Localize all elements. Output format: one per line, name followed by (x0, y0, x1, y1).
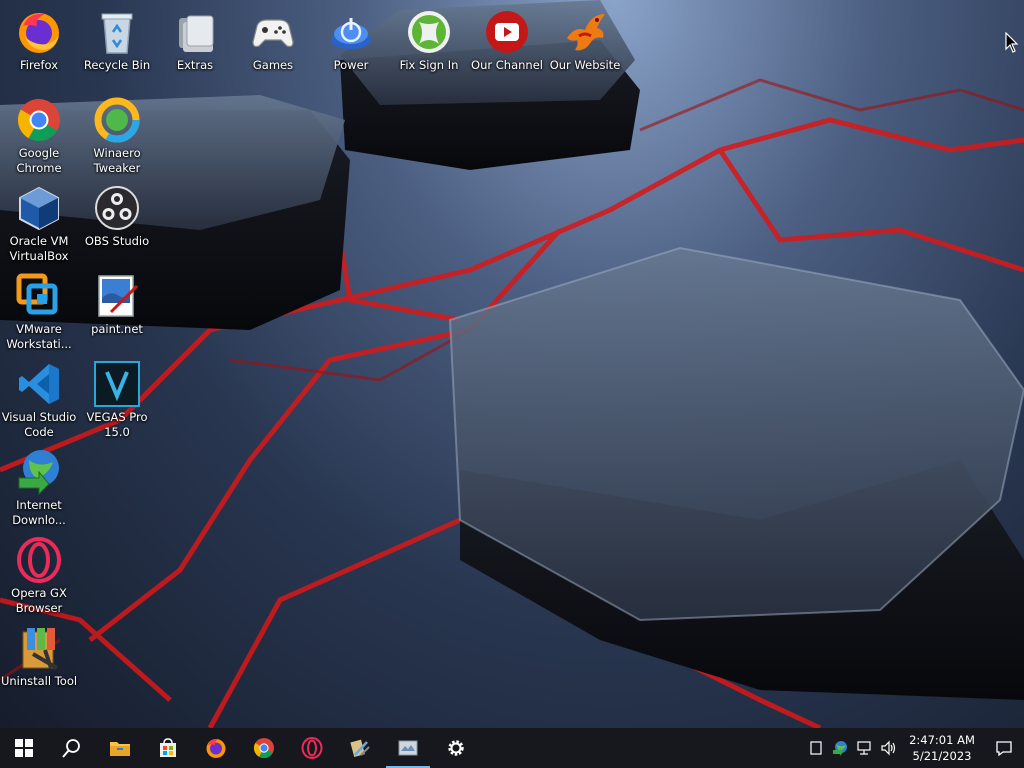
firefox-icon (206, 738, 226, 758)
clock-date: 5/21/2023 (912, 749, 972, 763)
desktop-icon-winaero-tweaker[interactable]: Winaero Tweaker (78, 90, 156, 175)
taskbar: 2:47:01 AM 5/21/2023 (0, 728, 1024, 768)
icon-label: Oracle VM VirtualBox (9, 234, 69, 263)
desktop-icon-opera-gx[interactable]: Opera GX Browser (0, 530, 78, 615)
tray-network[interactable] (852, 728, 876, 768)
internet-download-manager-icon (15, 448, 63, 496)
store-bag-icon (160, 738, 176, 757)
chrome-icon (253, 738, 274, 759)
winaero-tweaker-icon (350, 739, 370, 758)
mouse-cursor-icon (1005, 32, 1019, 53)
icon-label: Fix Sign In (399, 58, 459, 72)
icon-label: OBS Studio (84, 234, 150, 248)
icon-label: Firefox (19, 58, 59, 72)
search-icon (62, 739, 80, 758)
icon-label: Uninstall Tool (0, 674, 78, 688)
desktop-icon-firefox[interactable]: Firefox (0, 2, 78, 86)
firefox-icon (15, 8, 63, 56)
uninstall-tool-icon (15, 624, 63, 672)
vegas-pro-icon (93, 360, 141, 408)
icon-label: Power (333, 58, 369, 72)
taskbar-microsoft-store[interactable] (144, 728, 192, 768)
tray-keyboard[interactable] (804, 728, 828, 768)
icon-label: VMware Workstati... (6, 322, 72, 351)
desktop-icon-uninstall-tool[interactable]: Uninstall Tool (0, 618, 78, 702)
taskbar-file-explorer[interactable] (96, 728, 144, 768)
desktop-icon-vscode[interactable]: Visual Studio Code (0, 354, 78, 439)
icon-label: Winaero Tweaker (93, 146, 141, 175)
volume-icon (881, 740, 896, 756)
desktop-icon-paint-net[interactable]: paint.net (78, 266, 156, 350)
network-status-icon (833, 741, 847, 756)
obs-icon (93, 184, 141, 232)
icon-label: Google Chrome (16, 146, 62, 175)
tray-network-status[interactable] (828, 728, 852, 768)
opera-gx-icon (301, 737, 323, 759)
taskbar-google-chrome[interactable] (240, 728, 288, 768)
recycle-bin-icon (93, 8, 141, 56)
phoenix-icon (561, 8, 609, 56)
icon-label: Opera GX Browser (11, 586, 67, 615)
icon-label: Games (252, 58, 294, 72)
desktop-icon-idm[interactable]: Internet Downlo... (0, 442, 78, 527)
network-icon (857, 741, 871, 755)
virtualbox-icon (15, 184, 63, 232)
xbox-icon (405, 8, 453, 56)
desktop-icon-extras[interactable]: Extras (156, 2, 234, 86)
desktop-icon-vegas-pro[interactable]: VEGAS Pro 15.0 (78, 354, 156, 439)
winaero-tweaker-icon (93, 96, 141, 144)
icon-label: paint.net (91, 322, 143, 336)
taskbar-winaero-tweaker[interactable] (336, 728, 384, 768)
desktop-icon-virtualbox[interactable]: Oracle VM VirtualBox (0, 178, 78, 263)
folder-icon (110, 742, 130, 756)
desktop-icon-recycle-bin[interactable]: Recycle Bin (78, 2, 156, 86)
icon-label: Extras (176, 58, 214, 72)
notification-icon (996, 741, 1012, 757)
search-button[interactable] (48, 728, 96, 768)
opera-gx-icon (15, 536, 63, 584)
tray-volume[interactable] (876, 728, 900, 768)
snipping-tool-icon (398, 740, 418, 756)
gear-icon (448, 740, 464, 756)
desktop[interactable]: Firefox Recycle Bin Extras Games Power F… (0, 0, 1024, 728)
desktop-icon-games[interactable]: Games (234, 2, 312, 86)
youtube-icon (483, 8, 531, 56)
icon-label: VEGAS Pro 15.0 (86, 410, 148, 439)
power-icon (327, 8, 375, 56)
vmware-icon (15, 272, 63, 320)
icon-label: Our Channel (471, 58, 543, 72)
game-controller-icon (249, 8, 297, 56)
vscode-icon (15, 360, 63, 408)
taskbar-snipping-tool[interactable] (384, 728, 432, 768)
clock-time: 2:47:01 AM (909, 733, 975, 747)
taskbar-firefox[interactable] (192, 728, 240, 768)
folder-icon (171, 8, 219, 56)
desktop-icon-our-website[interactable]: Our Website (546, 2, 624, 86)
taskbar-clock[interactable]: 2:47:01 AM 5/21/2023 (906, 732, 978, 764)
desktop-icon-fix-sign-in[interactable]: Fix Sign In (390, 2, 468, 86)
desktop-icon-google-chrome[interactable]: Google Chrome (0, 90, 78, 175)
start-button[interactable] (0, 728, 48, 768)
icon-label: Our Website (549, 58, 621, 72)
keyboard-icon (810, 741, 822, 755)
action-center-button[interactable] (984, 728, 1024, 768)
icon-label: Visual Studio Code (1, 410, 77, 439)
system-tray: 2:47:01 AM 5/21/2023 (804, 728, 1024, 768)
windows-logo-icon (15, 739, 33, 757)
desktop-icon-power[interactable]: Power (312, 2, 390, 86)
taskbar-settings[interactable] (432, 728, 480, 768)
chrome-icon (15, 96, 63, 144)
desktop-icon-obs-studio[interactable]: OBS Studio (78, 178, 156, 262)
icon-label: Recycle Bin (83, 58, 151, 72)
taskbar-opera-gx[interactable] (288, 728, 336, 768)
desktop-icon-vmware[interactable]: VMware Workstati... (0, 266, 78, 351)
desktop-icon-our-channel[interactable]: Our Channel (468, 2, 546, 86)
paint-net-icon (93, 272, 141, 320)
icon-label: Internet Downlo... (12, 498, 66, 527)
